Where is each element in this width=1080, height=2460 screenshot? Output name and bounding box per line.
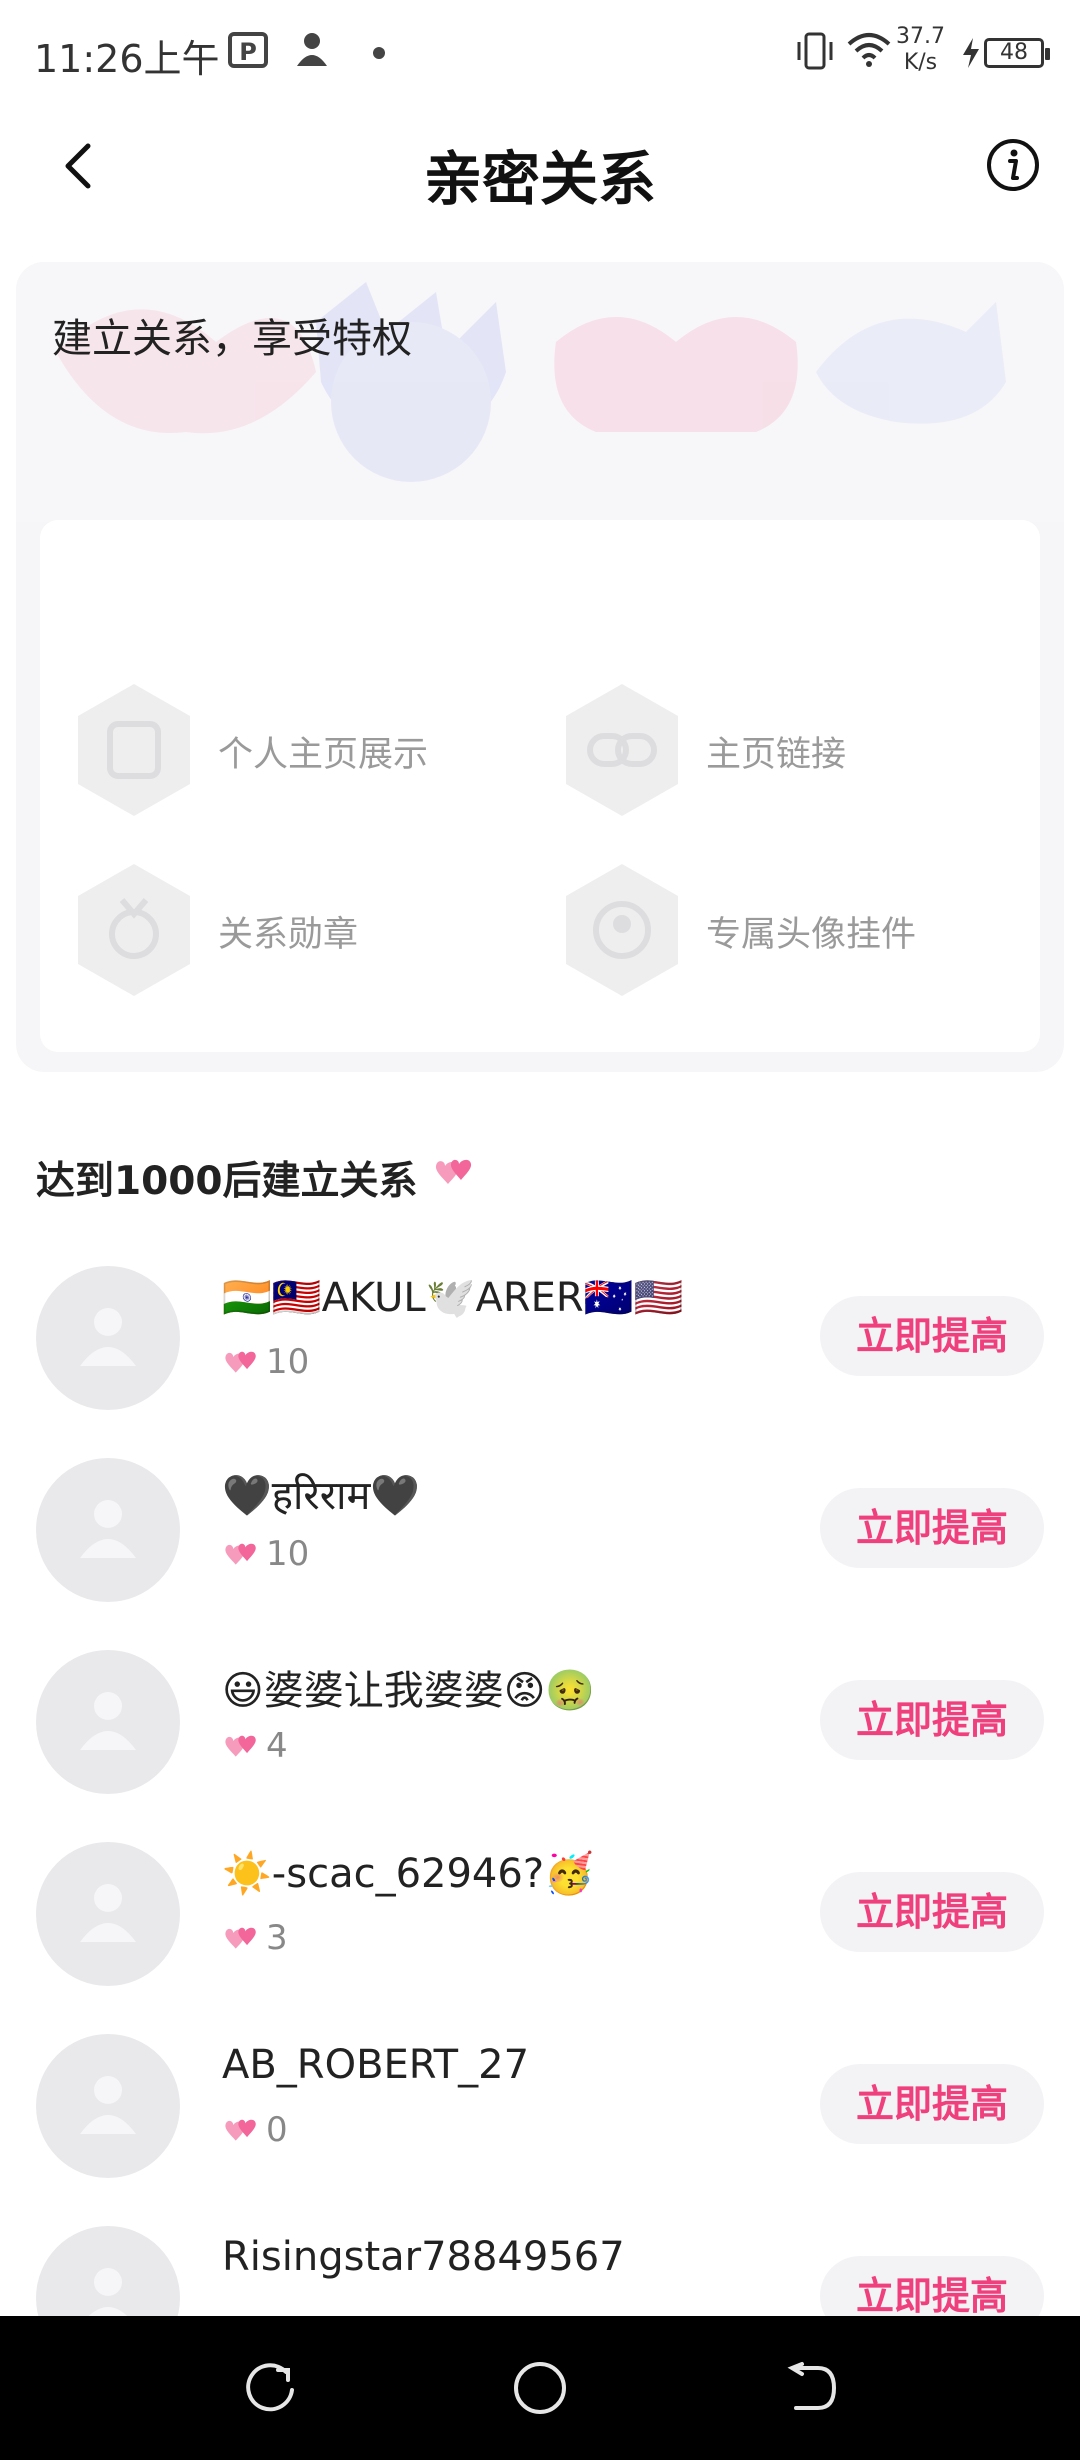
- privilege-item: 个人主页展示: [72, 680, 532, 820]
- raise-now-button[interactable]: 立即提高: [820, 1296, 1044, 1376]
- charging-icon: [963, 38, 979, 68]
- dot-icon: [373, 47, 385, 59]
- page-title: 亲密关系: [423, 145, 656, 213]
- relationship-banner: [16, 262, 1064, 522]
- raise-now-button[interactable]: 立即提高: [820, 1680, 1044, 1760]
- user-name: 🇮🇳🇲🇾AKUL🕊️ARER🇦🇺🇺🇸: [222, 1275, 684, 1321]
- profile-display-icon: [78, 684, 190, 816]
- privilege-item: 关系勋章: [72, 860, 532, 1000]
- hearts-icon: [225, 1735, 256, 1757]
- hearts-icon: [225, 1927, 256, 1949]
- hearts-icon: [435, 1159, 472, 1184]
- user-name: 😃婆婆让我婆婆😡🤢: [222, 1668, 596, 1714]
- avatar[interactable]: [36, 1458, 180, 1602]
- avatar[interactable]: [36, 1842, 180, 1986]
- list-item[interactable]: AB_ROBERT_27 0 立即提高: [0, 2018, 1080, 2210]
- list-item[interactable]: 🇮🇳🇲🇾AKUL🕊️ARER🇦🇺🇺🇸 10 立即提高: [0, 1250, 1080, 1442]
- section-title: 达到1000后建立关系: [36, 1159, 418, 1204]
- default-avatar-icon: [80, 1500, 136, 1558]
- raise-now-button[interactable]: 立即提高: [820, 2064, 1044, 2144]
- avatar[interactable]: [36, 1650, 180, 1794]
- privileges-title: 建立关系，享受特权: [52, 316, 412, 362]
- default-avatar-icon: [80, 1308, 136, 1366]
- page-header: 亲密关系: [0, 108, 1080, 232]
- raise-now-button[interactable]: 立即提高: [820, 1872, 1044, 1952]
- network-speed: 37.7 K/s: [896, 24, 945, 75]
- svg-text:P: P: [239, 38, 257, 66]
- default-avatar-icon: [80, 1884, 136, 1942]
- list-item[interactable]: 🖤हरिराम🖤 10 立即提高: [0, 1442, 1080, 1634]
- status-time: 11:26上午: [34, 37, 220, 81]
- avatar-frame-icon: [566, 864, 678, 996]
- default-avatar-icon: [80, 1692, 136, 1750]
- raise-now-button[interactable]: 立即提高: [820, 1488, 1044, 1568]
- system-nav-bar: [0, 2316, 1080, 2460]
- list-item[interactable]: 😃婆婆让我婆婆😡🤢 4 立即提高: [0, 1634, 1080, 1826]
- hearts-icon: [225, 1543, 256, 1565]
- wifi-icon: [847, 33, 891, 67]
- info-button[interactable]: [986, 138, 1040, 192]
- user-name: Risingstar78849567: [222, 2234, 625, 2280]
- home-icon[interactable]: [508, 2356, 572, 2420]
- avatar[interactable]: [36, 2034, 180, 2178]
- status-bar: 11:26上午 P 37.7 K/s 48: [0, 0, 1080, 108]
- vibrate-icon: [797, 32, 833, 70]
- user-name: 🖤हरिराम🖤: [222, 1473, 421, 1519]
- user-score: 10: [222, 1342, 309, 1382]
- privilege-item: 专属头像挂件: [560, 860, 1020, 1000]
- user-score: 3: [222, 1918, 288, 1958]
- link-icon: [566, 684, 678, 816]
- privilege-item: 主页链接: [560, 680, 1020, 820]
- user-score: 0: [222, 2110, 288, 2150]
- person-icon: [297, 33, 327, 66]
- list-item[interactable]: ☀️-scac_62946?🥳 3 立即提高: [0, 1826, 1080, 2018]
- battery-icon: 48: [984, 38, 1050, 68]
- p-app-icon: P: [228, 32, 268, 68]
- hearts-icon: [225, 2119, 256, 2141]
- user-name: AB_ROBERT_27: [222, 2042, 530, 2088]
- hearts-icon: [225, 1351, 256, 1373]
- recent-apps-icon[interactable]: [238, 2356, 302, 2420]
- user-score: 10: [222, 1534, 309, 1574]
- user-score: 4: [222, 1726, 288, 1766]
- medal-icon: [78, 864, 190, 996]
- back-nav-icon[interactable]: [778, 2356, 842, 2420]
- default-avatar-icon: [80, 2076, 136, 2134]
- avatar[interactable]: [36, 1266, 180, 1410]
- user-name: ☀️-scac_62946?🥳: [222, 1851, 594, 1897]
